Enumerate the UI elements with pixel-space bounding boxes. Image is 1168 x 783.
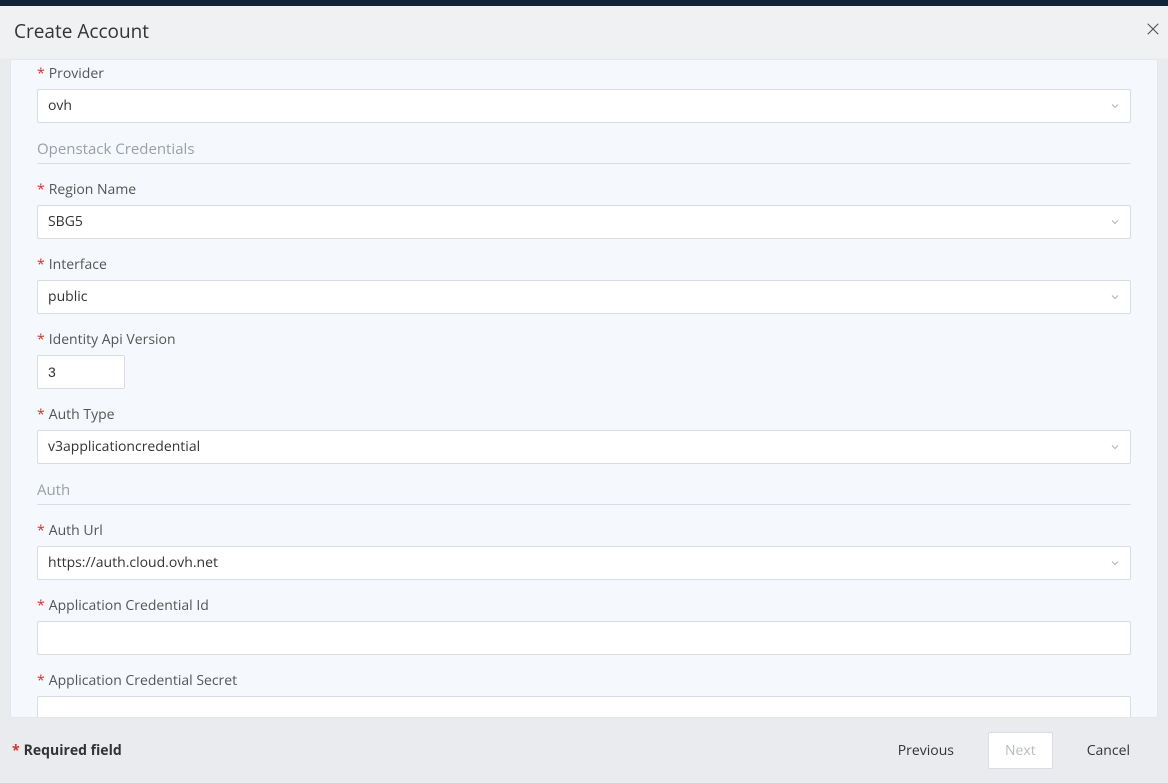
input-identity-api-version[interactable] <box>37 355 125 389</box>
label-provider: *Provider <box>37 64 1131 83</box>
next-button[interactable]: Next <box>988 732 1053 769</box>
section-openstack-rule <box>37 163 1131 164</box>
section-openstack-title: Openstack Credentials <box>37 139 1131 159</box>
select-region-name[interactable]: SBG5 <box>37 205 1131 239</box>
form-area: *Provider ovh Openstack Credentials *Reg… <box>10 59 1158 718</box>
close-icon[interactable] <box>1144 20 1168 44</box>
label-identity-api-version: *Identity Api Version <box>37 330 1131 349</box>
cancel-button[interactable]: Cancel <box>1071 733 1146 768</box>
select-auth-url[interactable]: https://auth.cloud.ovh.net <box>37 546 1131 580</box>
field-provider: *Provider ovh <box>37 64 1131 123</box>
select-provider[interactable]: ovh <box>37 89 1131 123</box>
select-provider-value: ovh <box>48 96 72 115</box>
field-interface: *Interface public <box>37 255 1131 314</box>
select-region-name-value: SBG5 <box>48 212 83 231</box>
modal-footer: *Required field Previous Next Cancel <box>0 718 1168 783</box>
field-region-name: *Region Name SBG5 <box>37 180 1131 239</box>
field-auth-type: *Auth Type v3applicationcredential <box>37 405 1131 464</box>
required-field-note: *Required field <box>12 741 122 760</box>
section-auth-title: Auth <box>37 480 1131 500</box>
select-auth-type[interactable]: v3applicationcredential <box>37 430 1131 464</box>
label-app-cred-secret: *Application Credential Secret <box>37 671 1131 690</box>
label-auth-url: *Auth Url <box>37 521 1131 540</box>
modal-header: Create Account <box>0 6 1168 59</box>
input-app-cred-secret[interactable] <box>37 696 1131 718</box>
page-title: Create Account <box>14 18 1154 44</box>
section-auth-rule <box>37 504 1131 505</box>
field-app-cred-secret: *Application Credential Secret <box>37 671 1131 718</box>
field-auth-url: *Auth Url https://auth.cloud.ovh.net <box>37 521 1131 580</box>
select-interface-value: public <box>48 287 88 306</box>
select-auth-url-value: https://auth.cloud.ovh.net <box>48 553 218 572</box>
label-app-cred-id: *Application Credential Id <box>37 596 1131 615</box>
select-auth-type-value: v3applicationcredential <box>48 437 200 456</box>
field-identity-api-version: *Identity Api Version <box>37 330 1131 389</box>
select-interface[interactable]: public <box>37 280 1131 314</box>
previous-button[interactable]: Previous <box>882 733 970 768</box>
label-auth-type: *Auth Type <box>37 405 1131 424</box>
field-app-cred-id: *Application Credential Id <box>37 596 1131 655</box>
label-interface: *Interface <box>37 255 1131 274</box>
input-app-cred-id[interactable] <box>37 621 1131 655</box>
label-region-name: *Region Name <box>37 180 1131 199</box>
